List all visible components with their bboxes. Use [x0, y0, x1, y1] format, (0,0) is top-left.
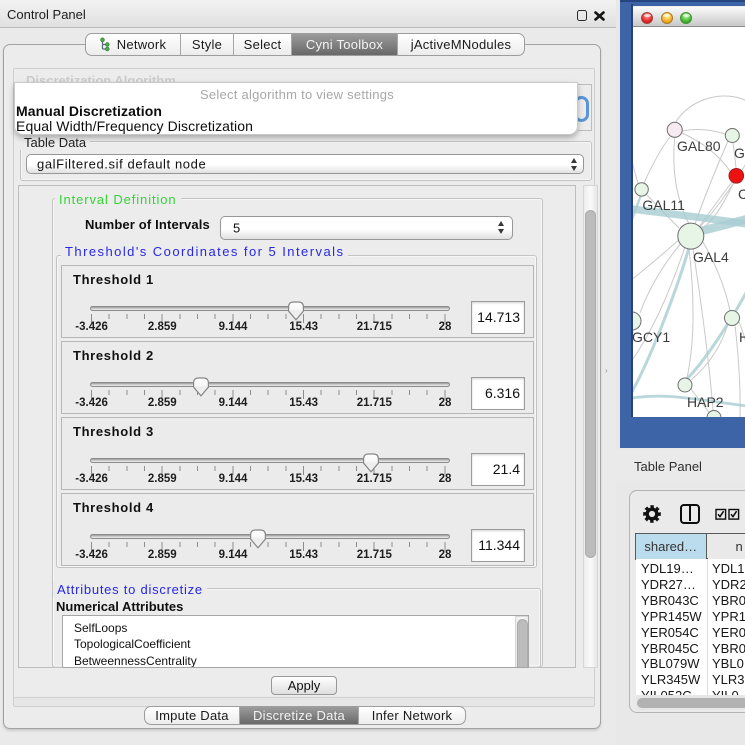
svg-text:GAL4: GAL4	[693, 249, 729, 265]
svg-text:GAL80: GAL80	[677, 138, 721, 154]
svg-text:HAP2: HAP2	[687, 394, 724, 410]
svg-text:C: C	[738, 186, 745, 202]
svg-text:GAL11: GAL11	[642, 197, 685, 213]
svg-text:H: H	[739, 329, 745, 345]
svg-text:GCY1: GCY1	[633, 329, 670, 345]
svg-text:GA: GA	[734, 145, 745, 161]
